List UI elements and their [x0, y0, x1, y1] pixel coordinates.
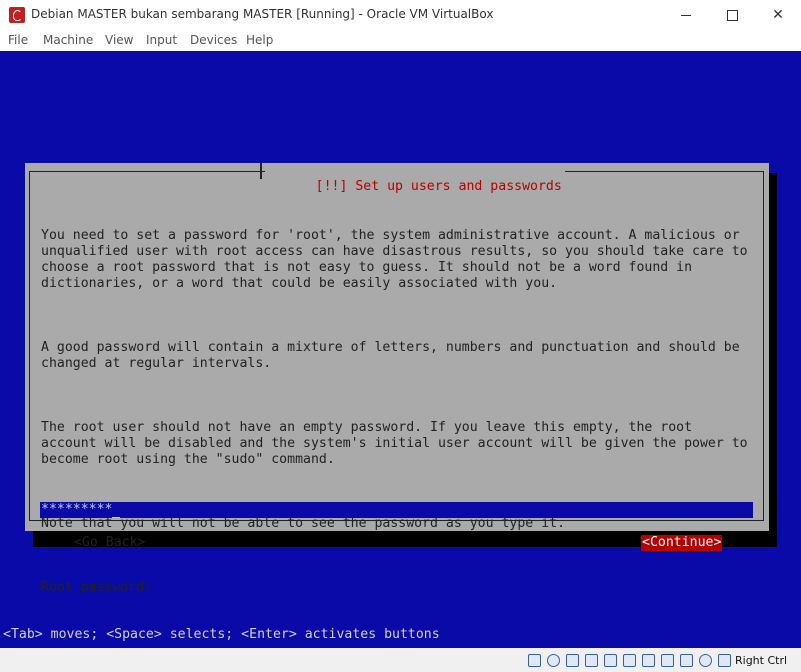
close-icon: ✕: [772, 7, 784, 23]
paragraph-root-info: You need to set a password for 'root', t…: [41, 228, 748, 291]
menu-help[interactable]: Help: [246, 33, 273, 47]
hard-disk-icon[interactable]: [528, 654, 541, 667]
optical-disk-icon[interactable]: [547, 654, 560, 667]
host-key-label: Right Ctrl: [735, 654, 788, 667]
continue-button[interactable]: <Continue>: [641, 535, 723, 551]
usb-icon[interactable]: [604, 654, 617, 667]
installer-dialog: [!!] Set up users and passwords You need…: [25, 163, 769, 595]
title-left-tick: [260, 163, 262, 179]
mouse-integration-icon[interactable]: [699, 654, 712, 667]
dialog-title: [!!] Set up users and passwords: [315, 179, 562, 194]
paragraph-empty-password: The root user should not have an empty p…: [41, 420, 748, 467]
text-cursor: [112, 517, 121, 518]
window-title: Debian MASTER bukan sembarang MASTER [Ru…: [31, 7, 494, 21]
menu-machine[interactable]: Machine: [43, 33, 93, 47]
maximize-button[interactable]: [709, 0, 755, 30]
minimize-button[interactable]: [663, 0, 709, 30]
menu-bar: File Machine View Input Devices Help: [0, 30, 801, 51]
root-password-label: Root password:: [41, 580, 153, 595]
dialog-body: You need to set a password for 'root', t…: [41, 196, 748, 628]
go-back-button[interactable]: <Go Back>: [74, 535, 145, 551]
shared-folder-icon[interactable]: [623, 654, 636, 667]
cpu-icon[interactable]: [680, 654, 693, 667]
close-button[interactable]: ✕: [755, 0, 801, 30]
menu-view[interactable]: View: [105, 33, 133, 47]
password-mask: *********: [41, 502, 113, 517]
paragraph-good-password: A good password will contain a mixture o…: [41, 340, 740, 371]
password-value: *********: [41, 502, 121, 518]
status-bar: Right Ctrl: [0, 648, 801, 672]
dialog-title-wrap: [!!] Set up users and passwords: [265, 163, 565, 194]
title-bar: Debian MASTER bukan sembarang MASTER [Ru…: [0, 0, 801, 30]
root-password-input[interactable]: *********: [40, 502, 753, 518]
keyboard-capture-icon[interactable]: [718, 654, 731, 667]
menu-input[interactable]: Input: [146, 33, 177, 47]
menu-devices[interactable]: Devices: [190, 33, 237, 47]
virtualbox-app-icon: [9, 7, 25, 23]
paragraph-hidden-note: Note that you will not be able to see th…: [41, 516, 566, 531]
maximize-icon: [726, 9, 738, 21]
video-capture-icon[interactable]: [661, 654, 674, 667]
audio-icon[interactable]: [566, 654, 579, 667]
display-icon[interactable]: [642, 654, 655, 667]
vm-screen[interactable]: [!!] Set up users and passwords You need…: [0, 51, 801, 648]
menu-file[interactable]: File: [8, 33, 28, 47]
keyboard-hint: <Tab> moves; <Space> selects; <Enter> ac…: [3, 627, 440, 642]
minimize-icon: [681, 14, 691, 16]
network-icon[interactable]: [585, 654, 598, 667]
